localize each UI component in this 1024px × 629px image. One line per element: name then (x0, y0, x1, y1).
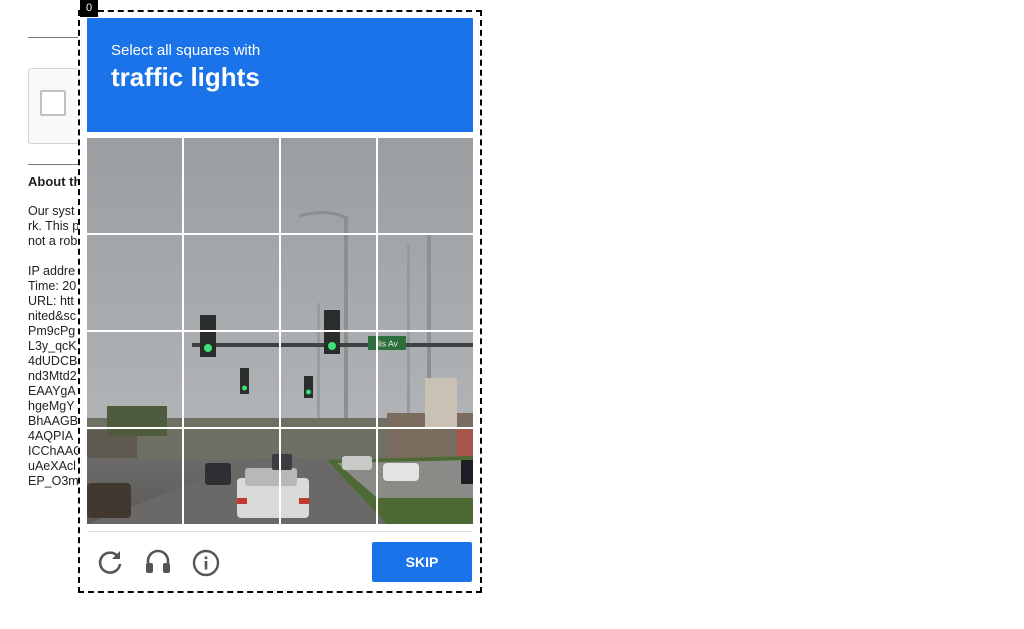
about-text-line: ICChAAC (28, 444, 83, 458)
about-text-line: Time: 20 (28, 279, 77, 293)
about-text-line: not a rob (28, 234, 78, 248)
about-text-line: EP_O3m (28, 474, 79, 488)
info-icon[interactable] (190, 546, 222, 578)
about-text-line: IP addre (28, 264, 76, 278)
reload-icon[interactable] (94, 546, 126, 578)
audio-headphones-icon[interactable] (142, 546, 174, 578)
about-text-line: Pm9cPg (28, 324, 76, 338)
challenge-banner: Select all squares with traffic lights (87, 18, 473, 132)
about-text-line: URL: htt (28, 294, 74, 308)
about-text-line: nd3Mtd2 (28, 369, 77, 383)
instruction-text: Select all squares with (111, 42, 261, 59)
about-text-line: Our syst (28, 204, 75, 218)
footer-divider (87, 531, 473, 532)
target-object-text: traffic lights (111, 62, 260, 92)
about-text-line: 4AQPIA (28, 429, 74, 443)
about-text-line: hgeMgY (28, 399, 75, 413)
about-heading: About th (28, 174, 82, 189)
about-text-line: nited&sc (28, 309, 76, 323)
about-text-line: 4dUDCB (28, 354, 78, 368)
about-text-line: rk. This p (28, 219, 80, 233)
about-text-line (28, 249, 82, 264)
skip-button[interactable]: SKIP (372, 542, 472, 582)
about-body-text: Our syst rk. This p not a rob IP addre Time… (28, 204, 82, 489)
about-text-line: uAeXAcl (28, 459, 76, 473)
not-a-robot-checkbox[interactable] (40, 90, 66, 116)
image-grid: llis Av (87, 138, 473, 524)
grid-lines (87, 138, 473, 524)
frame-index-badge: 0 (80, 0, 98, 17)
about-text-line: BhAAGB (28, 414, 79, 428)
about-text-line: EAAYgA (28, 384, 76, 398)
about-text-line: L3y_qcK (28, 339, 77, 353)
